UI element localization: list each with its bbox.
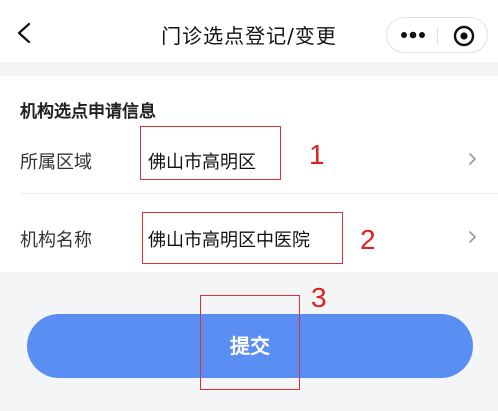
navigation-bar: 门诊选点登记/变更 <box>0 0 498 62</box>
target-circle-icon[interactable] <box>453 25 475 47</box>
annotation-number-2: 2 <box>360 224 376 255</box>
region-label: 所属区域 <box>20 152 92 173</box>
capsule-divider <box>437 27 438 45</box>
separator-band <box>0 62 498 76</box>
annotation-box-2 <box>142 212 343 264</box>
annotation-number-1: 1 <box>309 139 325 170</box>
annotation-number-3: 3 <box>311 282 327 313</box>
annotation-box-3 <box>200 295 300 390</box>
annotation-box-1 <box>140 126 281 180</box>
institution-label: 机构名称 <box>20 230 92 251</box>
chevron-right-icon <box>469 153 476 165</box>
more-dots-icon[interactable] <box>401 31 425 39</box>
section-title: 机构选点申请信息 <box>20 102 156 122</box>
mini-program-capsule <box>386 17 488 53</box>
chevron-right-icon <box>469 231 476 243</box>
